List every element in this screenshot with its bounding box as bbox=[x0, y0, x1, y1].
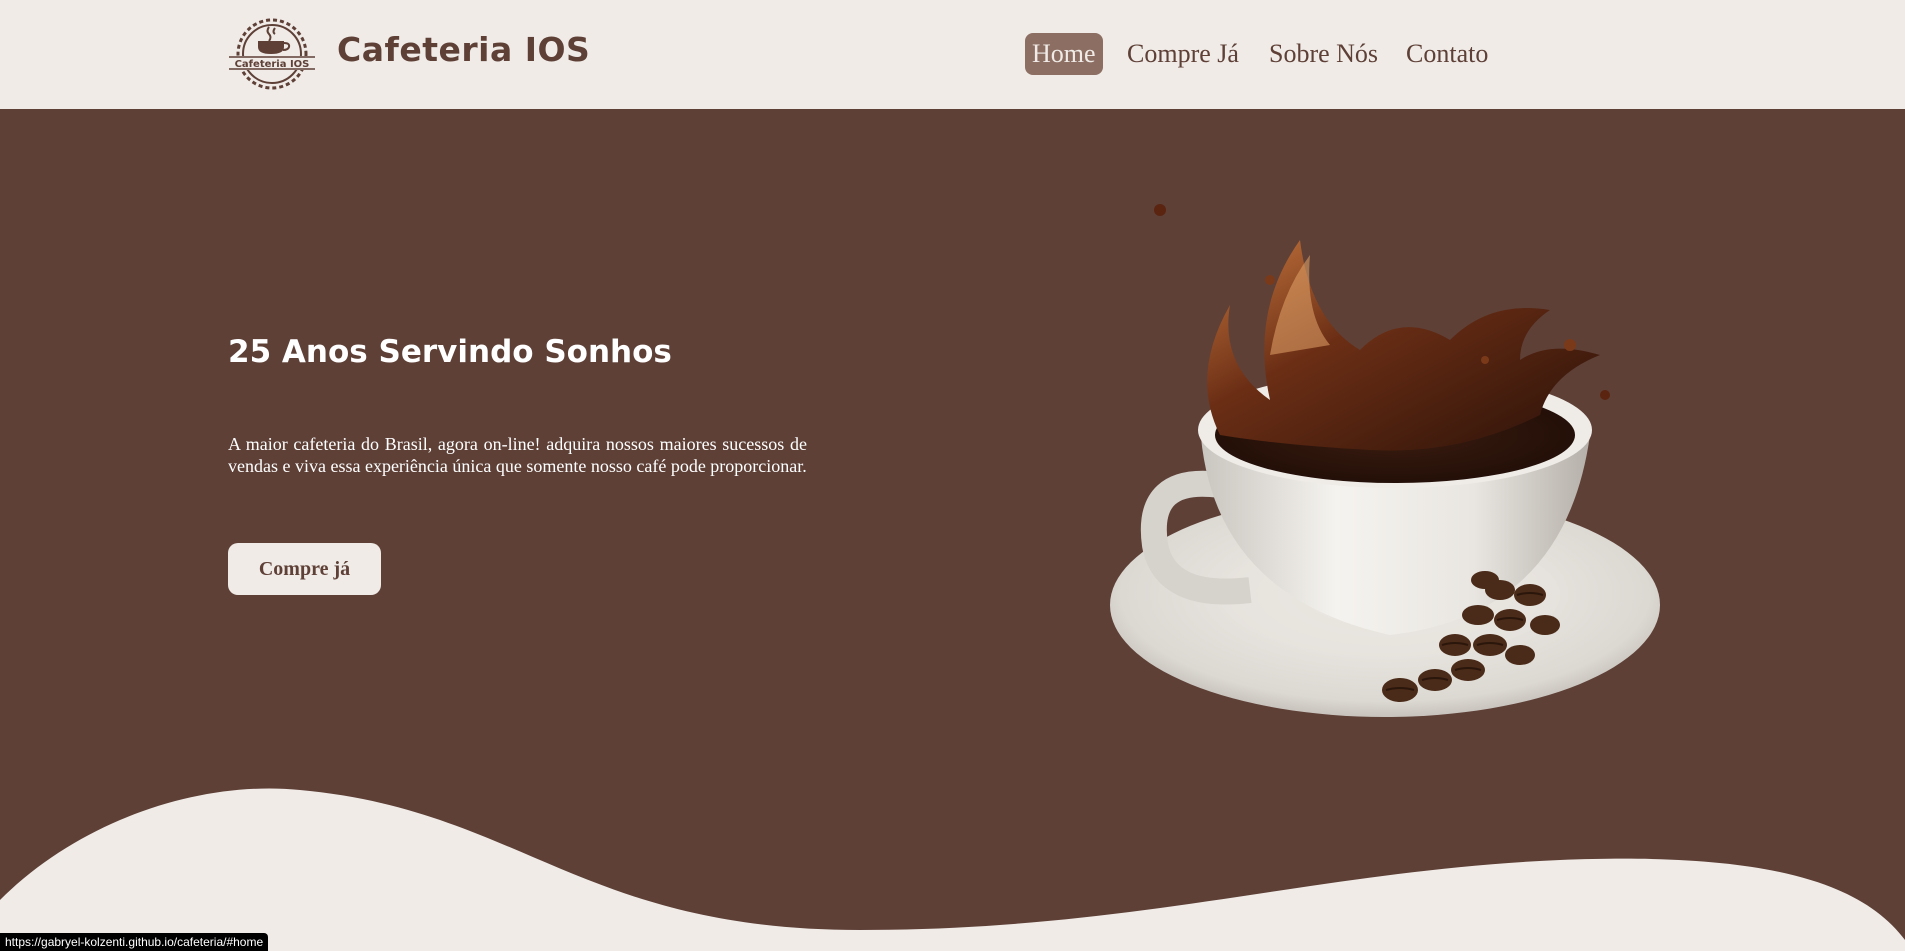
logo-text: Cafeteria IOS bbox=[235, 59, 310, 70]
nav-contato[interactable]: Contato bbox=[1406, 33, 1488, 75]
brand-name[interactable]: Cafeteria IOS bbox=[337, 30, 590, 69]
wave-divider bbox=[0, 788, 1905, 951]
site-header: Cafeteria IOS Cafeteria IOS Home Compre … bbox=[0, 0, 1905, 109]
compre-ja-button[interactable]: Compre já bbox=[228, 543, 381, 595]
logo[interactable]: Cafeteria IOS bbox=[227, 17, 317, 91]
nav-compre-ja[interactable]: Compre Já bbox=[1127, 33, 1239, 75]
status-url-tooltip: https://gabryel-kolzenti.github.io/cafet… bbox=[0, 933, 269, 951]
coffee-logo-icon: Cafeteria IOS bbox=[229, 18, 315, 90]
hero-description: A maior cafeteria do Brasil, agora on-li… bbox=[228, 434, 807, 476]
coffee-cup-image bbox=[1110, 204, 1660, 717]
nav-sobre-nos[interactable]: Sobre Nós bbox=[1269, 33, 1378, 75]
nav-home[interactable]: Home bbox=[1025, 33, 1103, 75]
hero-title: 25 Anos Servindo Sonhos bbox=[228, 334, 672, 370]
